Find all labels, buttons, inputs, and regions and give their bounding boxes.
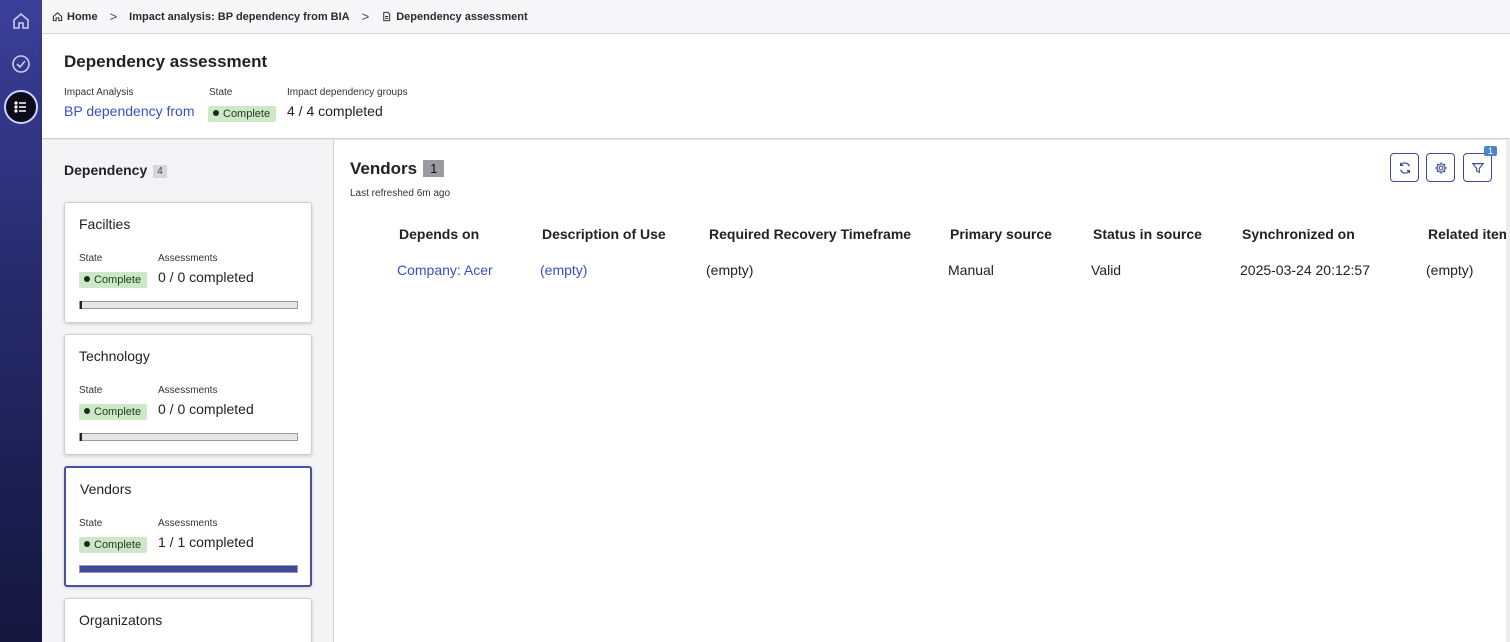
settings-button[interactable] (1426, 153, 1455, 182)
column-header-recovery-timeframe[interactable]: Required Recovery Timeframe (709, 226, 911, 242)
list-icon (14, 101, 26, 113)
impact-analysis-link[interactable]: BP dependency from (64, 103, 195, 119)
breadcrumb-parent[interactable]: Impact analysis: BP dependency from BIA (129, 11, 349, 23)
cell-depends-on-link[interactable]: Company: Acer (397, 262, 493, 278)
breadcrumb-home-label: Home (67, 10, 98, 23)
breadcrumb-current-label: Dependency assessment (396, 10, 528, 23)
cell-related-item: (empty) (1426, 262, 1474, 278)
column-header-related-item[interactable]: Related item (1428, 226, 1510, 242)
cell-recovery-timeframe: (empty) (706, 262, 754, 278)
card-state-label: State (79, 518, 103, 529)
gear-icon (1434, 161, 1447, 174)
card-title: Technology (79, 348, 150, 364)
status-badge-text: Complete (94, 274, 142, 286)
card-assessments-value: 1 / 1 completed (158, 534, 254, 550)
page-header: Dependency assessment Impact Analysis BP… (42, 35, 1510, 139)
status-badge: Complete (79, 270, 148, 288)
cell-status: Valid (1091, 262, 1122, 278)
card-assessments-value: 0 / 0 completed (158, 269, 254, 285)
column-header-status[interactable]: Status in source (1093, 226, 1202, 242)
groups-value: 4 / 4 completed (287, 103, 383, 119)
rail-home-button[interactable] (4, 4, 38, 38)
card-assessments-label: Assessments (158, 253, 218, 264)
card-title: Organizatons (79, 612, 163, 628)
card-assessments-label: Assessments (158, 518, 218, 529)
progress-bar (79, 301, 298, 309)
last-refreshed: Last refreshed 6m ago (350, 188, 451, 199)
section-title: Vendors 1 (350, 159, 445, 179)
breadcrumb-current: Dependency assessment (381, 10, 528, 23)
state-badge: Complete (208, 104, 277, 122)
column-header-synchronized[interactable]: Synchronized on (1242, 226, 1355, 242)
dependency-count: 4 (153, 165, 167, 178)
section-title-text: Vendors (350, 159, 418, 178)
status-badge: Complete (79, 402, 148, 420)
impact-analysis-label: Impact Analysis (64, 87, 134, 98)
progress-bar (79, 565, 298, 573)
vendors-panel: Vendors 1 Last refreshed 6m ago 1 Depends… (335, 140, 1510, 642)
status-badge: Complete (79, 535, 148, 553)
section-count: 1 (423, 160, 445, 177)
card-state-label: State (79, 385, 103, 396)
dependency-card-organizations[interactable]: Organizatons (64, 598, 312, 642)
card-title: Vendors (80, 481, 132, 497)
document-icon (383, 11, 391, 22)
home-icon (13, 12, 29, 29)
refresh-icon (1399, 161, 1410, 174)
nav-rail (0, 0, 42, 642)
rail-list-button[interactable] (4, 90, 38, 124)
card-title: Facilties (79, 216, 131, 232)
dependency-card-facilities[interactable]: Facilties State Assessments Complete 0 /… (64, 202, 312, 323)
filter-button[interactable]: 1 (1463, 146, 1497, 182)
progress-bar (79, 433, 298, 441)
card-assessments-value: 0 / 0 completed (158, 401, 254, 417)
cell-description-link[interactable]: (empty) (540, 262, 587, 278)
cell-primary-source: Manual (948, 262, 994, 278)
status-badge-text: Complete (94, 406, 142, 418)
card-state-label: State (79, 253, 103, 264)
dependency-panel: Dependency 4 Facilties State Assessments … (42, 140, 334, 642)
state-badge-text: Complete (223, 108, 271, 120)
dependency-card-vendors[interactable]: Vendors State Assessments Complete 1 / 1… (64, 466, 312, 587)
column-header-primary-source[interactable]: Primary source (950, 226, 1052, 242)
dependency-title-text: Dependency (64, 162, 148, 178)
groups-label: Impact dependency groups (287, 87, 408, 98)
page-title: Dependency assessment (64, 52, 268, 71)
check-circle-icon (12, 55, 30, 73)
rail-tasks-button[interactable] (4, 47, 38, 81)
dependency-title: Dependency 4 (64, 162, 167, 178)
chevron-right-icon: > (109, 9, 118, 24)
card-assessments-label: Assessments (158, 385, 218, 396)
filter-icon (1471, 162, 1484, 173)
dependency-card-technology[interactable]: Technology State Assessments Complete 0 … (64, 334, 312, 455)
scrollbar-track[interactable] (1506, 140, 1510, 642)
cell-synchronized: 2025-03-24 20:12:57 (1240, 262, 1370, 278)
home-icon (52, 12, 63, 22)
state-label: State (209, 87, 233, 98)
refresh-button[interactable] (1390, 153, 1419, 182)
column-header-description[interactable]: Description of Use (542, 226, 666, 242)
breadcrumb: Home > Impact analysis: BP dependency fr… (42, 0, 1510, 34)
chevron-right-icon: > (361, 9, 370, 24)
breadcrumb-home[interactable]: Home (52, 11, 98, 23)
filter-count-badge: 1 (1483, 146, 1497, 156)
column-header-depends-on[interactable]: Depends on (399, 226, 479, 242)
status-badge-text: Complete (94, 539, 142, 551)
